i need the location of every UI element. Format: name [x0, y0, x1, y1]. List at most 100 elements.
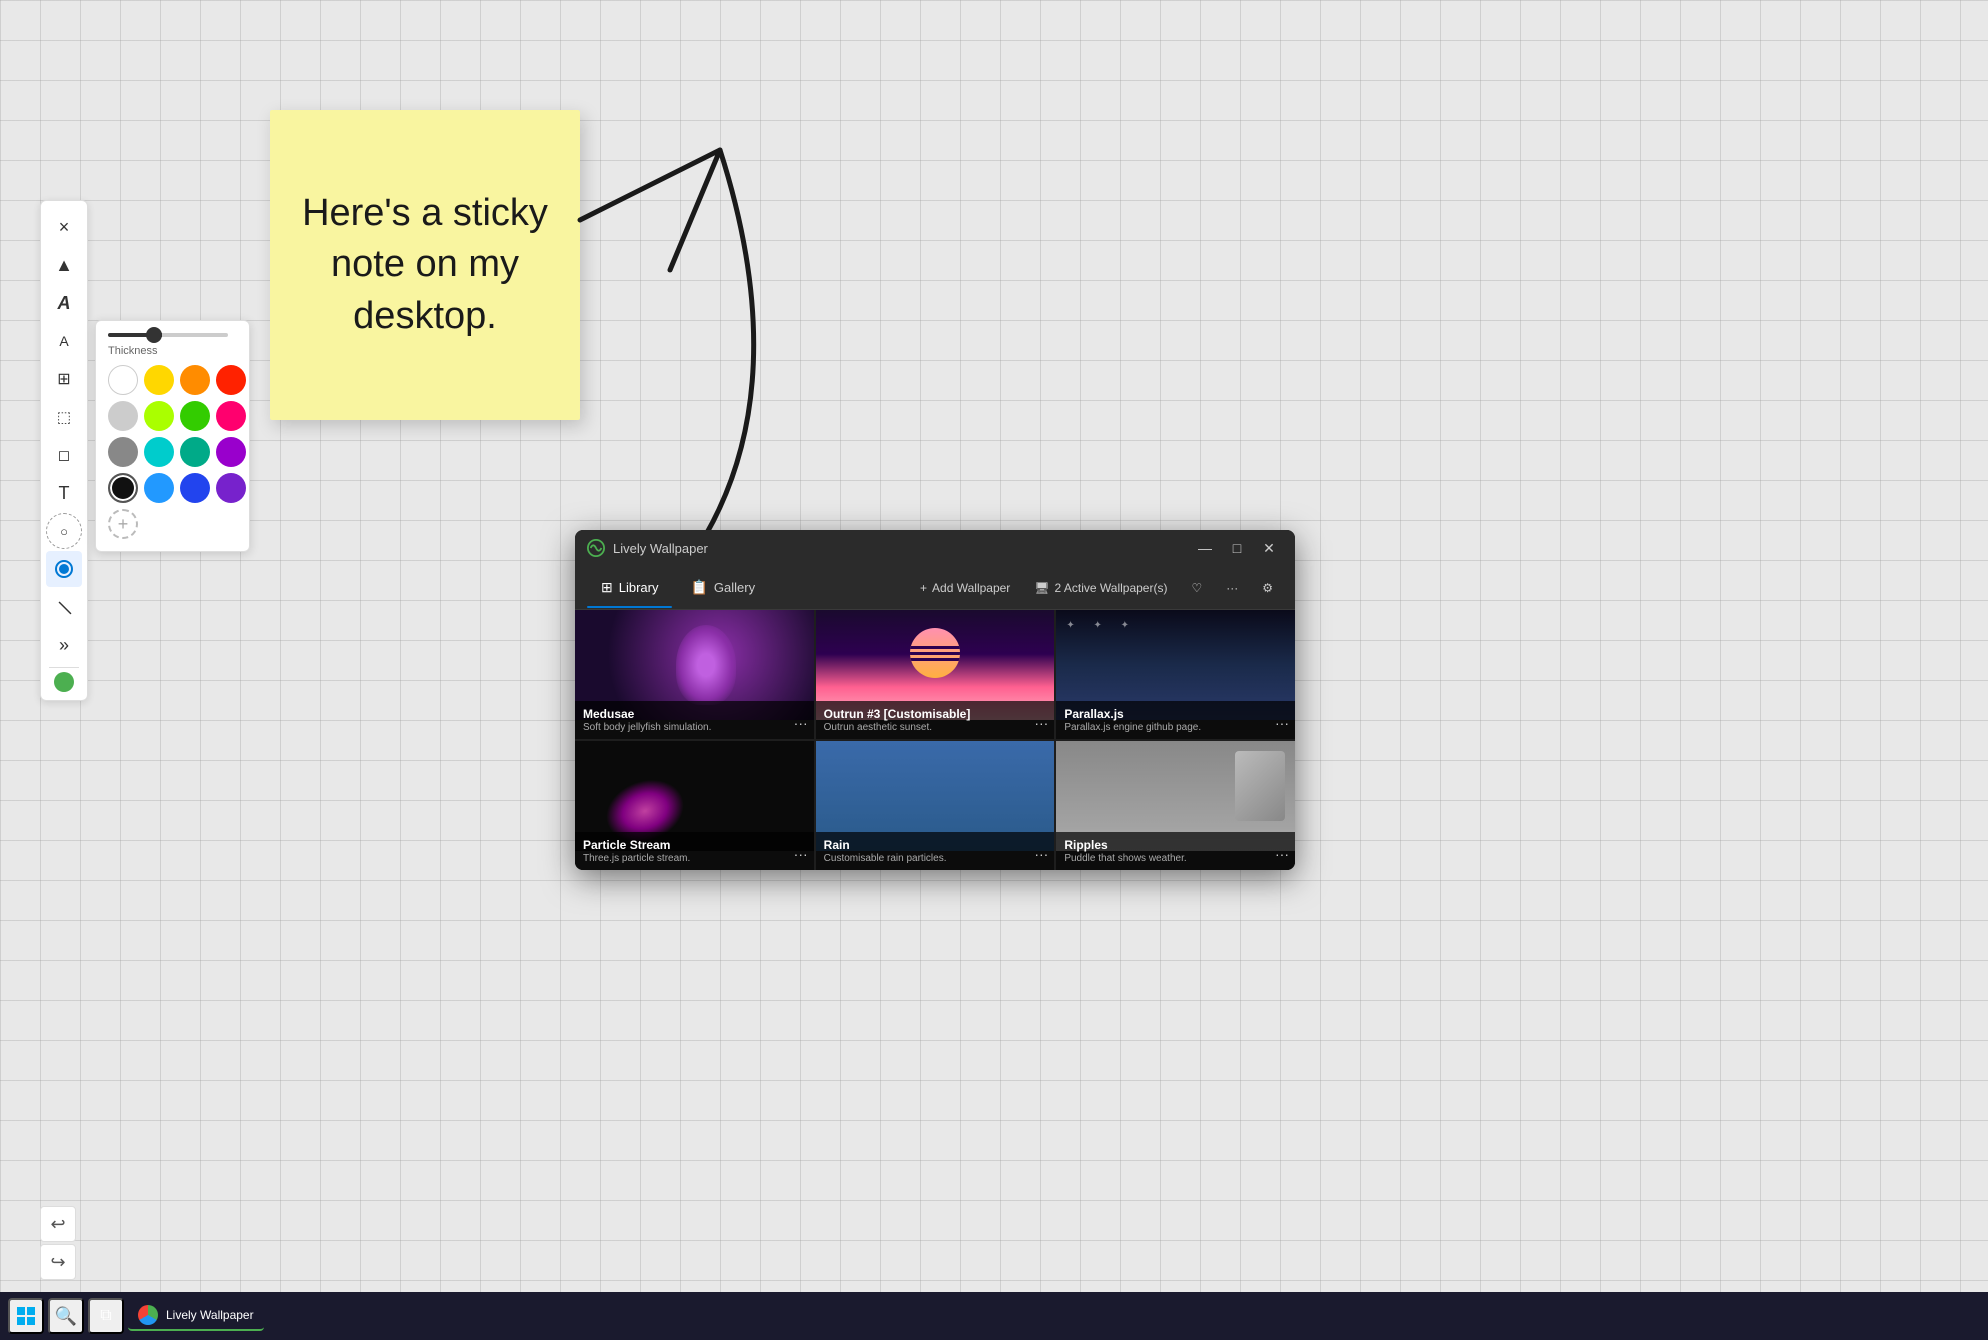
wallpaper-menu-outrun[interactable]: ···: [1034, 715, 1048, 731]
color-swatch-pink[interactable]: [216, 401, 246, 431]
thickness-slider[interactable]: [108, 333, 228, 337]
taskbar: 🔍 ⧉ Lively Wallpaper: [0, 1292, 1988, 1340]
ellipsis-icon: ···: [1226, 581, 1238, 595]
windows-logo-icon: [16, 1306, 36, 1326]
wallpaper-card-outrun[interactable]: Outrun #3 [Customisable] Outrun aestheti…: [816, 610, 1055, 739]
lively-taskbar-icon: [138, 1305, 158, 1325]
settings-button[interactable]: ⚙: [1252, 576, 1283, 600]
tab-gallery-label: Gallery: [714, 580, 755, 595]
wallpaper-desc-medusae: Soft body jellyfish simulation.: [583, 722, 806, 733]
color-swatch-lime[interactable]: [144, 401, 174, 431]
redo-button[interactable]: ↪: [40, 1244, 76, 1280]
gallery-icon: 📋: [690, 579, 707, 596]
color-swatch-darkblue[interactable]: [180, 473, 210, 503]
text-insert-tool[interactable]: T: [46, 475, 82, 511]
wallpaper-menu-ripples[interactable]: ···: [1275, 846, 1289, 862]
wallpaper-info-parallax: Parallax.js Parallax.js engine github pa…: [1056, 701, 1295, 739]
window-title-text: Lively Wallpaper: [613, 541, 1183, 556]
active-wallpaper-button[interactable]: 🖥 2 Active Wallpaper(s): [1024, 576, 1177, 600]
gear-icon: ⚙: [1262, 581, 1273, 595]
close-window-button[interactable]: ✕: [1255, 536, 1283, 560]
search-button[interactable]: 🔍: [48, 1298, 84, 1334]
wallpaper-card-parallax[interactable]: Parallax.js Parallax.js engine github pa…: [1056, 610, 1295, 739]
color-swatch-yellow[interactable]: [144, 365, 174, 395]
wallpaper-info-outrun: Outrun #3 [Customisable] Outrun aestheti…: [816, 701, 1055, 739]
color-grid: [108, 365, 237, 503]
color-swatch-gray[interactable]: [108, 437, 138, 467]
tab-library[interactable]: ⊞ Library: [587, 573, 672, 602]
wallpaper-name-outrun: Outrun #3 [Customisable]: [824, 707, 1047, 721]
library-icon: ⊞: [601, 579, 613, 596]
shape-tool[interactable]: ⬚: [46, 399, 82, 435]
line-tool[interactable]: |: [39, 582, 90, 633]
add-wallpaper-button[interactable]: + Add Wallpaper: [910, 576, 1020, 600]
minimize-button[interactable]: —: [1191, 536, 1219, 560]
wallpaper-info-ripples: Ripples Puddle that shows weather.: [1056, 832, 1295, 870]
drawing-toolbar: × ▲ A A ⊞ ⬚ ◻ T ○ | »: [40, 200, 88, 701]
taskbar-app-label: Lively Wallpaper: [166, 1308, 254, 1322]
color-swatch-orange[interactable]: [180, 365, 210, 395]
wallpaper-name-particle: Particle Stream: [583, 838, 806, 852]
wallpaper-info-rain: Rain Customisable rain particles.: [816, 832, 1055, 870]
wallpaper-menu-rain[interactable]: ···: [1034, 846, 1048, 862]
wallpaper-card-rain[interactable]: Rain Customisable rain particles. ···: [816, 741, 1055, 870]
color-swatch-blue[interactable]: [144, 473, 174, 503]
pen-tool[interactable]: [46, 551, 82, 587]
wallpaper-menu-parallax[interactable]: ···: [1275, 715, 1289, 731]
color-swatch-purple[interactable]: [216, 437, 246, 467]
color-swatch-teal[interactable]: [144, 437, 174, 467]
table-tool[interactable]: ⊞: [46, 361, 82, 397]
color-swatch-darkteal[interactable]: [180, 437, 210, 467]
add-color-button[interactable]: +: [108, 509, 138, 539]
lively-wallpaper-window: Lively Wallpaper — □ ✕ ⊞ Library 📋 Galle…: [575, 530, 1295, 870]
window-toolbar: ⊞ Library 📋 Gallery + Add Wallpaper 🖥 2 …: [575, 566, 1295, 610]
active-wallpaper-label: 2 Active Wallpaper(s): [1055, 581, 1168, 595]
taskbar-lively-app[interactable]: Lively Wallpaper: [128, 1301, 264, 1331]
wallpaper-name-parallax: Parallax.js: [1064, 707, 1287, 721]
color-swatch-red[interactable]: [216, 365, 246, 395]
wallpaper-menu-medusae[interactable]: ···: [794, 715, 808, 731]
wallpaper-menu-particle[interactable]: ···: [794, 846, 808, 862]
color-swatch-violet[interactable]: [216, 473, 246, 503]
search-icon: 🔍: [55, 1306, 77, 1327]
window-controls: — □ ✕: [1191, 536, 1283, 560]
wallpaper-card-ripples[interactable]: Ripples Puddle that shows weather. ···: [1056, 741, 1295, 870]
wallpaper-grid: Medusae Soft body jellyfish simulation. …: [575, 610, 1295, 870]
more-options-button[interactable]: ···: [1216, 576, 1248, 600]
monitor-icon: 🖥: [1034, 581, 1049, 595]
canvas-controls: ↩ ↪: [40, 1206, 76, 1280]
wallpaper-info-medusae: Medusae Soft body jellyfish simulation.: [575, 701, 814, 739]
text-tool[interactable]: A: [46, 285, 82, 321]
wallpaper-name-ripples: Ripples: [1064, 838, 1287, 852]
tab-gallery[interactable]: 📋 Gallery: [676, 573, 769, 602]
wallpaper-card-medusae[interactable]: Medusae Soft body jellyfish simulation. …: [575, 610, 814, 739]
maximize-button[interactable]: □: [1223, 536, 1251, 560]
wallpaper-info-particle: Particle Stream Three.js particle stream…: [575, 832, 814, 870]
color-swatch-black[interactable]: [108, 473, 138, 503]
wallpaper-desc-outrun: Outrun aesthetic sunset.: [824, 722, 1047, 733]
lasso-tool[interactable]: ○: [46, 513, 82, 549]
eraser-tool[interactable]: ◻: [46, 437, 82, 473]
undo-button[interactable]: ↩: [40, 1206, 76, 1242]
sticky-note: Here's a sticky note on my desktop.: [270, 110, 580, 420]
color-indicator[interactable]: [54, 672, 74, 692]
sticky-note-text: Here's a sticky note on my desktop.: [290, 188, 560, 342]
favorites-button[interactable]: ♡: [1181, 576, 1212, 600]
more-tools[interactable]: »: [46, 627, 82, 663]
wallpaper-name-rain: Rain: [824, 838, 1047, 852]
add-wallpaper-label: Add Wallpaper: [932, 581, 1010, 595]
add-icon: +: [920, 581, 927, 595]
pointer-tool[interactable]: ▲: [46, 247, 82, 283]
wallpaper-desc-ripples: Puddle that shows weather.: [1064, 853, 1287, 864]
thickness-row: [108, 333, 237, 337]
task-view-button[interactable]: ⧉: [88, 1298, 124, 1334]
start-button[interactable]: [8, 1298, 44, 1334]
lively-app-icon: [587, 539, 605, 557]
font-size-tool[interactable]: A: [46, 323, 82, 359]
color-swatch-white[interactable]: [108, 365, 138, 395]
wallpaper-card-particle[interactable]: Particle Stream Three.js particle stream…: [575, 741, 814, 870]
close-button[interactable]: ×: [46, 209, 82, 245]
color-swatch-lightgray[interactable]: [108, 401, 138, 431]
task-view-icon: ⧉: [100, 1307, 111, 1325]
color-swatch-green[interactable]: [180, 401, 210, 431]
